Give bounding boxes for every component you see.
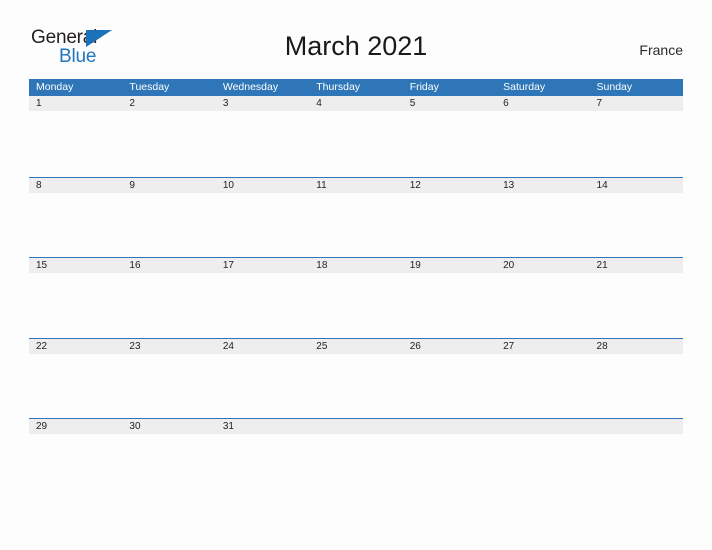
day-cell-blank-2 (403, 419, 496, 434)
weekday-header-thursday: Thursday (316, 81, 361, 93)
day-cell-18[interactable]: 18 (309, 258, 402, 273)
day-cell-28[interactable]: 28 (590, 339, 683, 354)
week-row: 8 9 10 11 12 13 14 (29, 176, 683, 258)
day-cell-31[interactable]: 31 (216, 419, 309, 434)
weekday-header-friday: Friday (409, 81, 439, 93)
date-number-band: 22 23 24 25 26 27 28 (29, 338, 683, 354)
date-number-band: 15 16 17 18 19 20 21 (29, 258, 683, 273)
day-cell-25[interactable]: 25 (309, 339, 402, 354)
day-cell-29[interactable]: 29 (29, 419, 122, 434)
day-cell-11[interactable]: 11 (309, 178, 402, 193)
day-cell-1[interactable]: 1 (29, 96, 122, 111)
week-row: 15 16 17 18 19 20 21 (29, 257, 683, 338)
day-cell-blank-1 (309, 419, 402, 434)
day-cell-24[interactable]: 24 (216, 339, 309, 354)
day-cell-30[interactable]: 30 (122, 419, 215, 434)
day-cell-15[interactable]: 15 (29, 258, 122, 273)
day-cell-7[interactable]: 7 (590, 96, 683, 111)
week-event-area[interactable] (29, 354, 683, 419)
day-cell-6[interactable]: 6 (496, 96, 589, 111)
week-event-area[interactable] (29, 434, 683, 499)
page-header: General Blue March 2021 France (0, 0, 712, 78)
day-cell-8[interactable]: 8 (29, 178, 122, 193)
date-number-band: 8 9 10 11 12 13 14 (29, 177, 683, 193)
day-cell-20[interactable]: 20 (496, 258, 589, 273)
day-cell-2[interactable]: 2 (122, 96, 215, 111)
day-cell-16[interactable]: 16 (122, 258, 215, 273)
day-cell-blank-3 (496, 419, 589, 434)
date-number-band: 29 30 31 (29, 419, 683, 434)
day-cell-14[interactable]: 14 (590, 178, 683, 193)
weekday-header-tuesday: Tuesday (129, 81, 170, 93)
day-cell-27[interactable]: 27 (496, 339, 589, 354)
page-title: March 2021 (284, 31, 428, 61)
week-row: 29 30 31 (29, 418, 683, 499)
day-cell-22[interactable]: 22 (29, 339, 122, 354)
country-label: France (639, 42, 683, 58)
week-row: 22 23 24 25 26 27 28 (29, 337, 683, 419)
day-cell-3[interactable]: 3 (216, 96, 309, 111)
day-cell-17[interactable]: 17 (216, 258, 309, 273)
date-number-band: 1 2 3 4 5 6 7 (29, 96, 683, 111)
calendar-grid: Monday Tuesday Wednesday Thursday Friday… (29, 79, 683, 499)
weekday-header-sunday: Sunday (596, 81, 633, 93)
day-cell-21[interactable]: 21 (590, 258, 683, 273)
day-cell-5[interactable]: 5 (403, 96, 496, 111)
week-event-area[interactable] (29, 111, 683, 177)
calendar-page: General Blue March 2021 France Monday Tu… (0, 0, 712, 550)
day-cell-blank-4 (590, 419, 683, 434)
day-cell-12[interactable]: 12 (403, 178, 496, 193)
day-cell-23[interactable]: 23 (122, 339, 215, 354)
week-event-area[interactable] (29, 273, 683, 338)
week-row: 1 2 3 4 5 6 7 (29, 96, 683, 177)
weekday-header-saturday: Saturday (503, 81, 546, 93)
day-cell-13[interactable]: 13 (496, 178, 589, 193)
day-cell-26[interactable]: 26 (403, 339, 496, 354)
weekday-header-wednesday: Wednesday (222, 81, 279, 93)
day-cell-9[interactable]: 9 (122, 178, 215, 193)
week-event-area[interactable] (29, 193, 683, 258)
day-cell-10[interactable]: 10 (216, 178, 309, 193)
day-cell-19[interactable]: 19 (403, 258, 496, 273)
day-cell-4[interactable]: 4 (309, 96, 402, 111)
weekday-header-row: Monday Tuesday Wednesday Thursday Friday… (29, 79, 683, 96)
weekday-header-monday: Monday (36, 81, 74, 93)
